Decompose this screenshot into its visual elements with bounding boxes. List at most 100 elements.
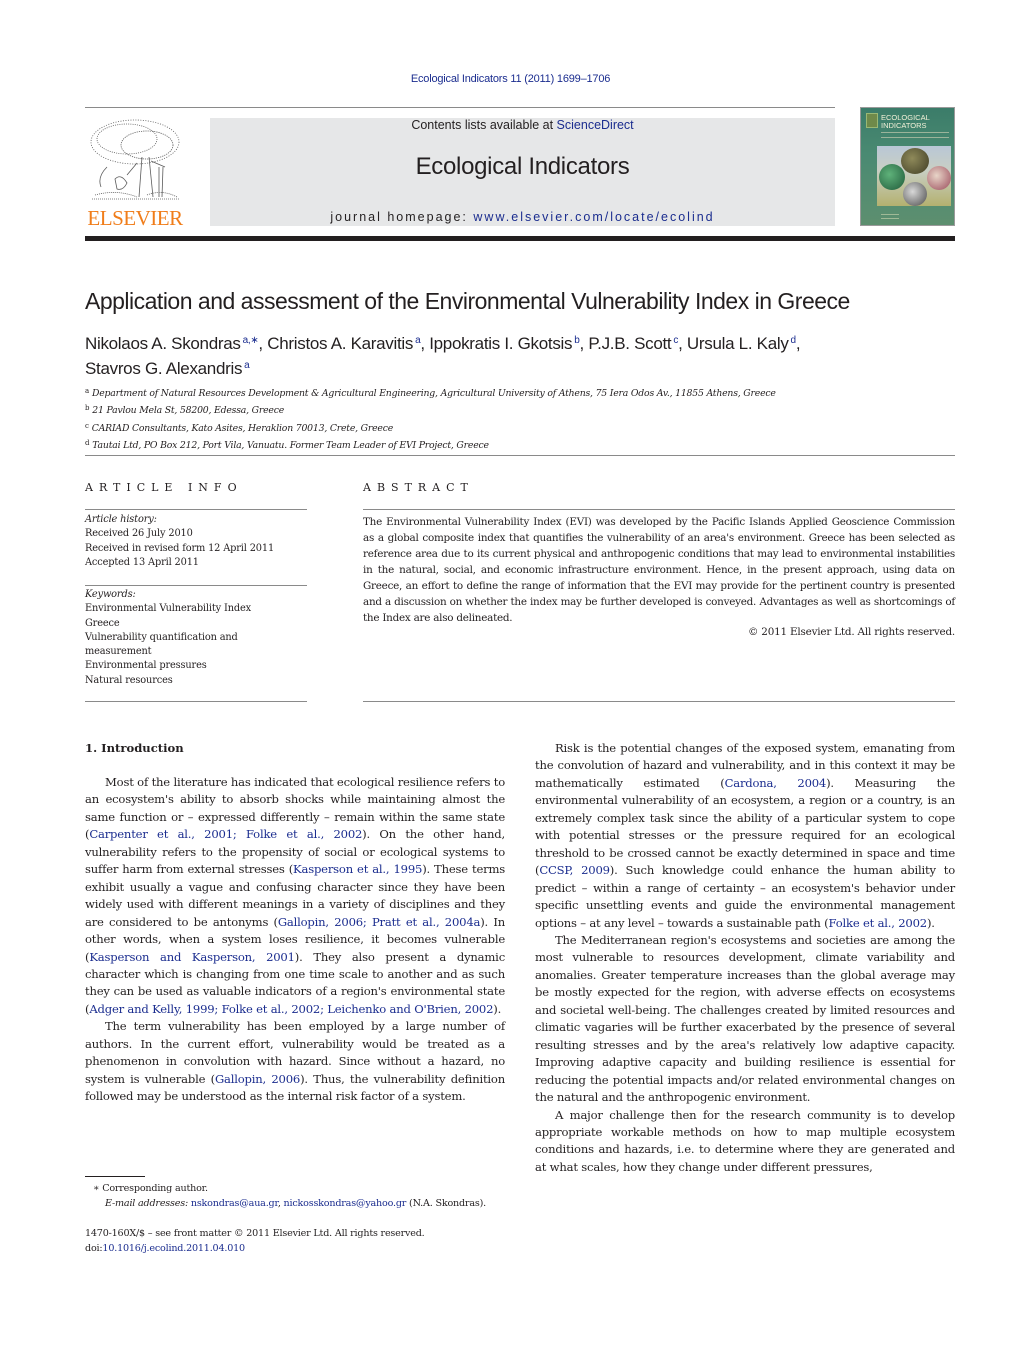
cover-emblem-icon <box>866 113 878 128</box>
author-separator: , <box>579 334 589 353</box>
citation-link[interactable]: Kasperson et al., 1995 <box>293 862 422 876</box>
abstract-divider <box>363 509 955 510</box>
paragraph-text: The Mediterranean region's ecosystems an… <box>535 932 955 1105</box>
article-info-bottom-divider <box>85 701 307 702</box>
contents-line: Contents lists available at ScienceDirec… <box>210 118 835 132</box>
affiliation-item: c CARIAD Consultants, Kato Asites, Herakl… <box>85 419 955 436</box>
author-name[interactable]: P.J.B. Scott <box>588 334 671 353</box>
cover-image-book <box>927 166 951 190</box>
footnote-divider <box>85 1176 145 1177</box>
affiliation-text: Department of Natural Resources Developm… <box>91 388 776 399</box>
email-link-2[interactable]: nickosskondras@yahoo.gr <box>284 1198 407 1209</box>
affiliation-item: d Tautai Ltd, PO Box 212, Port Vila, Vanu… <box>85 436 955 453</box>
affiliations-divider <box>85 455 955 456</box>
affiliation-key: d <box>85 439 90 448</box>
article-info-heading: ARTICLE INFO <box>85 481 243 494</box>
affiliations: a Department of Natural Resources Develop… <box>85 384 955 454</box>
body-paragraph: Most of the literature has indicated tha… <box>85 774 505 1018</box>
paragraph-text: A major challenge then for the research … <box>535 1107 955 1174</box>
doi-link[interactable]: 10.1016/j.ecolind.2011.04.010 <box>102 1243 245 1254</box>
contents-prefix: Contents lists available at <box>411 118 557 132</box>
author-name[interactable]: Ippokratis I. Gkotsis <box>429 334 572 353</box>
citation-link[interactable]: CCSP, 2009 <box>539 863 610 877</box>
affiliation-text: Tautai Ltd, PO Box 212, Port Vila, Vanua… <box>92 440 489 452</box>
cover-title: ECOLOGICAL INDICATORS <box>881 114 930 130</box>
article-info-divider <box>85 509 307 510</box>
front-matter: 1470-160X/$ – see front matter © 2011 El… <box>85 1226 515 1256</box>
paragraph-text: ). <box>493 1001 502 1016</box>
author-separator: , <box>678 334 687 353</box>
header-thick-divider <box>85 236 955 241</box>
keyword-item: Environmental Vulnerability Index <box>85 603 252 615</box>
body-column-left: Most of the literature has indicated tha… <box>85 774 505 1106</box>
citation-link[interactable]: Adger and Kelly, 1999; Folke et al., 200… <box>89 1002 493 1016</box>
corresponding-text: Corresponding author. <box>102 1183 208 1194</box>
author-name[interactable]: Nikolaos A. Skondras <box>85 334 241 353</box>
sciencedirect-link[interactable]: ScienceDirect <box>557 118 634 132</box>
keyword-item: Natural resources <box>85 674 173 686</box>
article-title: Application and assessment of the Enviro… <box>85 288 850 314</box>
journal-title: Ecological Indicators <box>415 153 630 180</box>
citation-link[interactable]: Gallopin, 2006; Pratt et al., 2004a <box>278 915 481 929</box>
elsevier-logo[interactable]: ELSEVIER <box>85 117 185 230</box>
doi-prefix: doi: <box>85 1243 103 1254</box>
body-paragraph: Risk is the potential changes of the exp… <box>535 740 955 932</box>
keyword-item: Vulnerability quantification and measure… <box>85 631 238 658</box>
body-column-right: Risk is the potential changes of the exp… <box>535 740 955 1176</box>
history-received: Received 26 July 2010 <box>85 528 193 540</box>
author-name[interactable]: Stavros G. Alexandris <box>85 359 242 378</box>
history-revised: Received in revised form 12 April 2011 <box>85 542 275 554</box>
email-label: E-mail addresses: <box>105 1198 188 1209</box>
top-divider <box>85 107 835 108</box>
journal-masthead: Contents lists available at ScienceDirec… <box>210 118 835 226</box>
abstract-heading: ABSTRACT <box>363 481 474 494</box>
affiliation-key: c <box>85 421 89 430</box>
citation-link[interactable]: Gallopin, 2006 <box>215 1072 300 1086</box>
email-line: E-mail addresses: nskondras@aua.gr, nick… <box>85 1196 515 1211</box>
elsevier-tree-icon <box>87 117 183 205</box>
keywords: Keywords: Environmental Vulnerability In… <box>85 588 307 688</box>
author-affiliation-marker[interactable]: a,∗ <box>243 335 259 346</box>
affiliation-key: a <box>85 387 89 395</box>
cover-subtitle <box>881 132 949 138</box>
footnotes: ∗ Corresponding author. E-mail addresses… <box>85 1181 515 1211</box>
citation-link[interactable]: Kasperson and Kasperson, 2001 <box>89 950 295 964</box>
cover-image-leaf <box>879 164 905 190</box>
body-paragraph: The Mediterranean region's ecosystems an… <box>535 932 955 1107</box>
paragraph-text: ). <box>926 915 935 930</box>
journal-cover-thumbnail[interactable]: ECOLOGICAL INDICATORS <box>860 107 955 226</box>
citation-link[interactable]: Folke et al., 2002 <box>829 916 928 930</box>
paragraph-text: ). Measuring the environmental vulnerabi… <box>535 775 955 878</box>
corresponding-mark: ∗ <box>93 1183 100 1194</box>
affiliation-text: CARIAD Consultants, Kato Asites, Herakli… <box>91 422 394 434</box>
abstract-copyright: © 2011 Elsevier Ltd. All rights reserved… <box>747 626 955 638</box>
journal-homepage-link[interactable]: www.elsevier.com/locate/ecolind <box>473 210 714 224</box>
affiliation-text: 21 Pavlou Mela St, 58200, Edessa, Greece <box>92 405 285 417</box>
affiliation-item: b 21 Pavlou Mela St, 58200, Edessa, Greec… <box>85 401 955 418</box>
keyword-item: Greece <box>85 617 120 629</box>
article-history: Article history: Received 26 July 2010 R… <box>85 513 307 570</box>
article-history-label: Article history: <box>85 514 157 525</box>
cover-photo <box>877 146 951 206</box>
homepage-prefix: journal homepage: <box>330 210 474 224</box>
cover-footer <box>881 214 899 219</box>
author-affiliation-marker[interactable]: a <box>244 360 250 371</box>
email-link-1[interactable]: nskondras@aua.gr <box>191 1198 278 1209</box>
author-name[interactable]: Christos A. Karavitis <box>267 334 413 353</box>
keywords-divider <box>85 585 307 586</box>
citation-link[interactable]: Cardona, 2004 <box>725 776 827 790</box>
author-name[interactable]: Ursula L. Kaly <box>687 334 789 353</box>
affiliation-item: a Department of Natural Resources Develop… <box>85 384 955 401</box>
affiliation-key: b <box>85 404 90 413</box>
author-separator: , <box>420 334 430 353</box>
email-owner: (N.A. Skondras). <box>406 1198 486 1209</box>
cover-image-rock <box>901 148 929 174</box>
section-heading-introduction: 1. Introduction <box>85 741 184 755</box>
abstract-text: The Environmental Vulnerability Index (E… <box>363 516 955 624</box>
journal-reference-link[interactable]: Ecological Indicators 11 (2011) 1699–170… <box>0 73 1021 85</box>
keywords-label: Keywords: <box>85 589 136 600</box>
body-paragraph: A major challenge then for the research … <box>535 1107 955 1177</box>
cover-title-line-2: INDICATORS <box>881 121 927 130</box>
citation-link[interactable]: Carpenter et al., 2001; Folke et al., 20… <box>89 827 362 841</box>
author-separator: , <box>258 334 268 353</box>
